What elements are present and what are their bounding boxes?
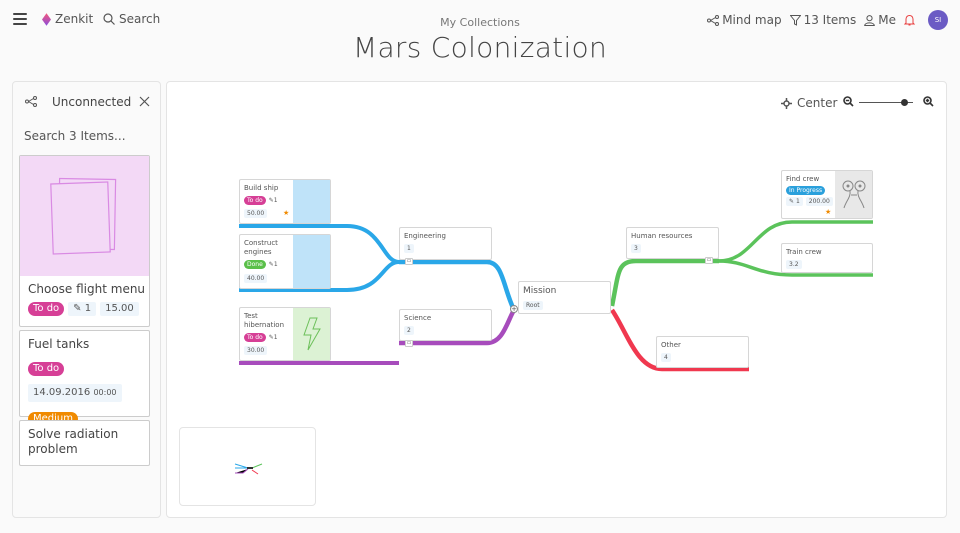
node-test-hibernation[interactable]: Test hibernation To do ✎1 30.00 [239,307,331,361]
node-build-ship[interactable]: Build ship To do ✎1 50.00 ★ [239,179,331,224]
star-icon: ★ [283,209,290,217]
count-badge: 2 [404,326,414,335]
folder-icon[interactable]: ▭ [405,340,413,347]
node-cover [835,171,872,218]
card-title: Fuel tanks [28,337,90,351]
node-title: Find crew [786,175,820,183]
top-bar: Zenkit Search My Collections Mars Coloni… [0,0,960,64]
node-title: Science [404,314,432,322]
card-solve-radiation-problem[interactable]: Solve radiation problem [19,420,150,466]
notifications-button[interactable] [904,14,918,26]
folder-icon[interactable]: ▭ [705,257,713,264]
user-filter-button[interactable]: Me [864,13,896,27]
bell-icon [904,14,915,26]
node-title: Human resources [631,232,693,240]
status-badge: To do [244,333,266,342]
value-badge: 30.00 [244,346,268,355]
attachments-count: 1 [795,198,800,205]
close-icon[interactable] [139,96,150,107]
attachments-count: 1 [273,261,278,268]
card-title: Choose flight menu [28,282,146,296]
status-badge: Done [244,260,266,269]
count-badge: 4 [661,353,671,362]
node-train-crew[interactable]: Train crew 3.2 [781,243,873,273]
node-human-resources[interactable]: Human resources 3 [626,227,719,259]
node-cover [293,308,330,360]
status-badge: To do [28,362,65,376]
card-fuel-tanks[interactable]: Fuel tanks To do 14.09.2016 00:00 Medium [19,330,150,426]
attachments-count: 1 [273,334,278,341]
lightning-icon [303,317,321,351]
node-cover [293,180,330,223]
root-badge: Root [523,301,543,310]
unconnected-panel: Unconnected Search 3 Items... Choose fli… [12,81,161,518]
filter-button[interactable]: 13 Items [789,13,857,27]
node-title: Train crew [786,248,822,256]
node-title: Test hibernation [244,312,285,329]
notes-icon [50,177,117,255]
search-items-input[interactable]: Search 3 Items... [24,129,126,143]
value-badge: 15.00 [100,302,139,316]
mind-map-canvas[interactable]: Center Build ship To do ✎1 50.00 ★ Const… [166,81,947,518]
value-badge: 200.00 [805,197,833,206]
node-mission-root[interactable]: Mission Root [518,281,611,314]
minimap[interactable] [179,427,316,506]
value-badge: 40.00 [244,274,268,283]
minimap-preview [234,463,263,475]
attachments-count: 1 [273,197,278,204]
user-label: Me [878,13,896,27]
date-badge: 14.09.2016 00:00 [28,384,122,402]
node-title: Other [661,341,681,349]
node-science[interactable]: Science 2 [399,309,492,341]
filter-icon [789,14,801,26]
card-choose-flight-menu[interactable]: Choose flight menu To do ✎ 1 15.00 [19,155,150,327]
attachments-badge: ✎1 [268,261,278,268]
attachments-badge: ✎ 1 [68,302,97,316]
attachments-badge: ✎ 1 [786,197,803,206]
view-switcher[interactable]: Mind map [707,13,782,27]
node-title: Engineering [404,232,446,240]
count-badge: 1 [404,244,414,253]
status-badge: To do [244,196,266,205]
node-other[interactable]: Other 4 [656,336,749,368]
view-label: Mind map [722,13,782,27]
filter-label: 13 Items [803,13,857,27]
page-title: Mars Colonization [352,31,608,64]
link-engineering [399,259,517,311]
panel-title: Unconnected [52,95,132,109]
status-badge: To do [28,302,65,316]
card-cover [20,156,149,276]
node-engineering[interactable]: Engineering 1 [399,227,492,260]
node-title: Mission [523,286,557,296]
node-find-crew[interactable]: Find crew In Progress ✎ 1 200.00 ★ [781,170,873,219]
avatar[interactable]: SI [928,10,948,30]
node-construct-engines[interactable]: Construct engines Done ✎1 40.00 [239,234,331,289]
add-child-icon[interactable]: + [510,305,518,313]
user-icon [864,14,876,26]
count-badge: 3.2 [786,260,802,269]
card-title: Solve radiation problem [28,427,119,456]
mind-map-icon [25,96,37,107]
folder-icon[interactable]: ▭ [405,258,413,265]
count-badge: 3 [631,244,641,253]
star-icon: ★ [825,208,832,216]
date-value: 14.09.2016 [33,387,91,398]
node-cover [293,235,330,288]
alien-icon [842,180,866,209]
node-title: Construct engines [244,239,278,256]
value-badge: 50.00 [244,209,268,218]
status-badge: In Progress [786,186,826,195]
attachments-badge: ✎1 [268,197,278,204]
node-title: Build ship [244,184,279,192]
attachments-count: 1 [84,303,92,314]
attachments-badge: ✎1 [268,334,278,341]
mind-map-icon [707,14,720,26]
link-human-resources [609,258,719,307]
time-value: 00:00 [93,388,117,397]
